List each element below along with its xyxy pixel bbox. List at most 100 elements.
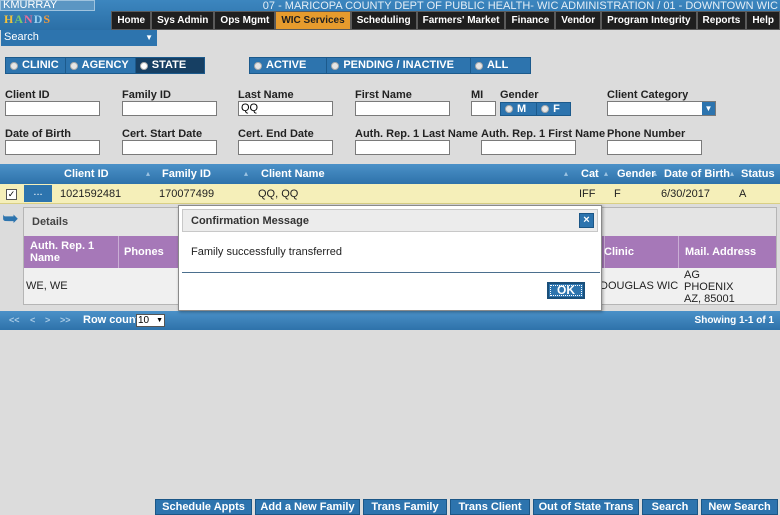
cert-start-label: Cert. Start Date bbox=[122, 128, 203, 140]
add-new-family-button[interactable]: Add a New Family bbox=[255, 499, 360, 515]
client-id-input[interactable] bbox=[5, 101, 100, 116]
gender-toggle: M F bbox=[500, 102, 571, 116]
ok-button[interactable]: OK bbox=[547, 282, 585, 299]
new-search-button[interactable]: New Search bbox=[701, 499, 778, 515]
details-col-mail-address: Mail. Address bbox=[685, 246, 757, 258]
pager-first[interactable]: << bbox=[9, 311, 20, 330]
radio-icon bbox=[474, 61, 483, 70]
phone-label: Phone Number bbox=[607, 128, 686, 140]
gender-m[interactable]: M bbox=[501, 103, 538, 115]
scope-agency[interactable]: AGENCY bbox=[66, 58, 136, 73]
pager-prev[interactable]: < bbox=[30, 311, 35, 330]
sort-icon: ▴ bbox=[604, 169, 609, 178]
details-clinic: DOUGLAS WIC bbox=[600, 280, 679, 292]
client-category-select[interactable]: ▼ bbox=[607, 101, 716, 116]
radio-icon bbox=[541, 105, 550, 113]
nav-program-integrity[interactable]: Program Integrity bbox=[601, 11, 697, 30]
scope-state[interactable]: STATE bbox=[135, 58, 205, 73]
sort-icon: ▴ bbox=[730, 169, 735, 178]
username: KMURRAY bbox=[3, 0, 58, 11]
table-row[interactable]: ✓ ... 1021592481 170077499 QQ, QQ IFF F … bbox=[0, 184, 780, 204]
cell-client-id: 1021592481 bbox=[60, 188, 122, 200]
cert-end-input[interactable] bbox=[238, 140, 333, 155]
auth-rep-last-input[interactable] bbox=[355, 140, 450, 155]
nav-scheduling[interactable]: Scheduling bbox=[350, 11, 417, 30]
expand-details-button[interactable]: ... bbox=[24, 185, 52, 202]
status-all[interactable]: ALL bbox=[471, 58, 530, 73]
status-active[interactable]: ACTIVE bbox=[250, 58, 328, 73]
last-name-label: Last Name bbox=[238, 89, 294, 101]
pager-last[interactable]: >> bbox=[60, 311, 71, 330]
confirmation-dialog: Confirmation Message × Family successful… bbox=[178, 205, 602, 311]
col-gender[interactable]: Gender bbox=[617, 164, 656, 184]
nav-sys-admin[interactable]: Sys Admin bbox=[151, 11, 215, 30]
cell-status: A bbox=[739, 188, 747, 200]
dob-input[interactable] bbox=[5, 140, 100, 155]
family-id-input[interactable] bbox=[122, 101, 217, 116]
trans-client-button[interactable]: Trans Client bbox=[450, 499, 530, 515]
nav-finance[interactable]: Finance bbox=[505, 11, 556, 30]
nav-vendor[interactable]: Vendor bbox=[555, 11, 602, 30]
nav-home[interactable]: Home bbox=[111, 11, 152, 30]
nav-farmers-market[interactable]: Farmers' Market bbox=[416, 11, 506, 30]
first-name-label: First Name bbox=[355, 89, 412, 101]
dob-label: Date of Birth bbox=[5, 128, 71, 140]
auth-rep-first-input[interactable] bbox=[481, 140, 576, 155]
nav-help[interactable]: Help bbox=[746, 11, 780, 30]
radio-selected-icon bbox=[139, 61, 148, 70]
row-checkbox[interactable]: ✓ bbox=[6, 189, 17, 200]
action-toolbar: Schedule Appts Add a New Family Trans Fa… bbox=[0, 499, 780, 515]
pager-next[interactable]: > bbox=[45, 311, 50, 330]
out-of-state-trans-button[interactable]: Out of State Trans bbox=[533, 499, 639, 515]
showing-count: Showing 1-1 of 1 bbox=[694, 315, 774, 326]
first-name-input[interactable] bbox=[355, 101, 450, 116]
cell-cat: IFF bbox=[579, 188, 596, 200]
sort-icon: ▴ bbox=[244, 169, 249, 178]
top-navigation: Home Sys Admin Ops Mgmt WIC Services Sch… bbox=[111, 11, 780, 30]
details-address-line2: PHOENIX bbox=[684, 281, 734, 293]
chevron-down-icon: ▼ bbox=[156, 317, 163, 324]
details-col-auth-rep: Auth. Rep. 1 Name bbox=[30, 240, 95, 264]
schedule-appts-button[interactable]: Schedule Appts bbox=[155, 499, 252, 515]
search-type-dropdown[interactable]: Search ▼ bbox=[1, 30, 157, 46]
col-dob[interactable]: Date of Birth bbox=[664, 164, 730, 184]
sort-icon: ▴ bbox=[146, 169, 151, 178]
col-cat[interactable]: Cat bbox=[581, 164, 599, 184]
family-id-label: Family ID bbox=[122, 89, 171, 101]
search-button[interactable]: Search bbox=[642, 499, 698, 515]
client-category-label: Client Category bbox=[607, 89, 689, 101]
nav-wic-services[interactable]: WIC Services bbox=[275, 11, 351, 30]
cell-client-name: QQ, QQ bbox=[258, 188, 299, 200]
client-id-label: Client ID bbox=[5, 89, 50, 101]
col-client-id[interactable]: Client ID bbox=[64, 164, 109, 184]
cert-start-input[interactable] bbox=[122, 140, 217, 155]
col-client-name[interactable]: Client Name bbox=[261, 164, 325, 184]
mi-input[interactable] bbox=[471, 101, 496, 116]
trans-family-button[interactable]: Trans Family bbox=[363, 499, 447, 515]
auth-rep-last-label: Auth. Rep. 1 Last Name bbox=[355, 128, 478, 140]
cert-end-label: Cert. End Date bbox=[238, 128, 314, 140]
phone-input[interactable] bbox=[607, 140, 702, 155]
status-pending-inactive[interactable]: PENDING / INACTIVE bbox=[327, 58, 471, 73]
gender-f[interactable]: F bbox=[537, 103, 570, 115]
details-col-phones: Phones bbox=[124, 246, 164, 258]
chevron-down-icon: ▼ bbox=[145, 33, 153, 42]
cell-dob: 6/30/2017 bbox=[661, 188, 710, 200]
nav-reports[interactable]: Reports bbox=[696, 11, 747, 30]
mi-label: MI bbox=[471, 89, 484, 101]
search-row: Search ▼ bbox=[0, 30, 780, 46]
radio-icon bbox=[254, 61, 262, 70]
scope-clinic[interactable]: CLINIC bbox=[6, 58, 66, 73]
grid-header: Client ID ▴ Family ID ▴ Client Name ▴ Ca… bbox=[0, 164, 780, 184]
close-icon[interactable]: × bbox=[579, 213, 594, 228]
col-status[interactable]: Status bbox=[741, 164, 775, 184]
row-count-select[interactable]: 10 ▼ bbox=[136, 314, 165, 327]
dialog-title: Confirmation Message bbox=[191, 215, 309, 227]
grid-pager: << < > >> Row count: 10 ▼ Showing 1-1 of… bbox=[0, 311, 780, 330]
cell-gender: F bbox=[614, 188, 621, 200]
radio-icon bbox=[69, 61, 78, 70]
nav-ops-mgmt[interactable]: Ops Mgmt bbox=[214, 11, 276, 30]
last-name-input[interactable]: QQ bbox=[238, 101, 333, 116]
col-family-id[interactable]: Family ID bbox=[162, 164, 211, 184]
details-address-line1: AG bbox=[684, 269, 700, 281]
